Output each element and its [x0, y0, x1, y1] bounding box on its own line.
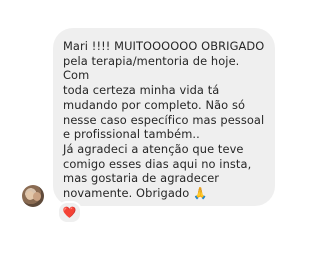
- avatar-person-right: [33, 192, 41, 201]
- chat-thread: Mari !!!! MUITOOOOOO OBRIGADO pela terap…: [0, 0, 322, 260]
- message-text: Mari !!!! MUITOOOOOO OBRIGADO pela terap…: [63, 39, 265, 201]
- message-bubble[interactable]: Mari !!!! MUITOOOOOO OBRIGADO pela terap…: [53, 28, 275, 206]
- heart-reaction-icon[interactable]: ❤️: [57, 201, 82, 224]
- avatar[interactable]: [22, 185, 44, 207]
